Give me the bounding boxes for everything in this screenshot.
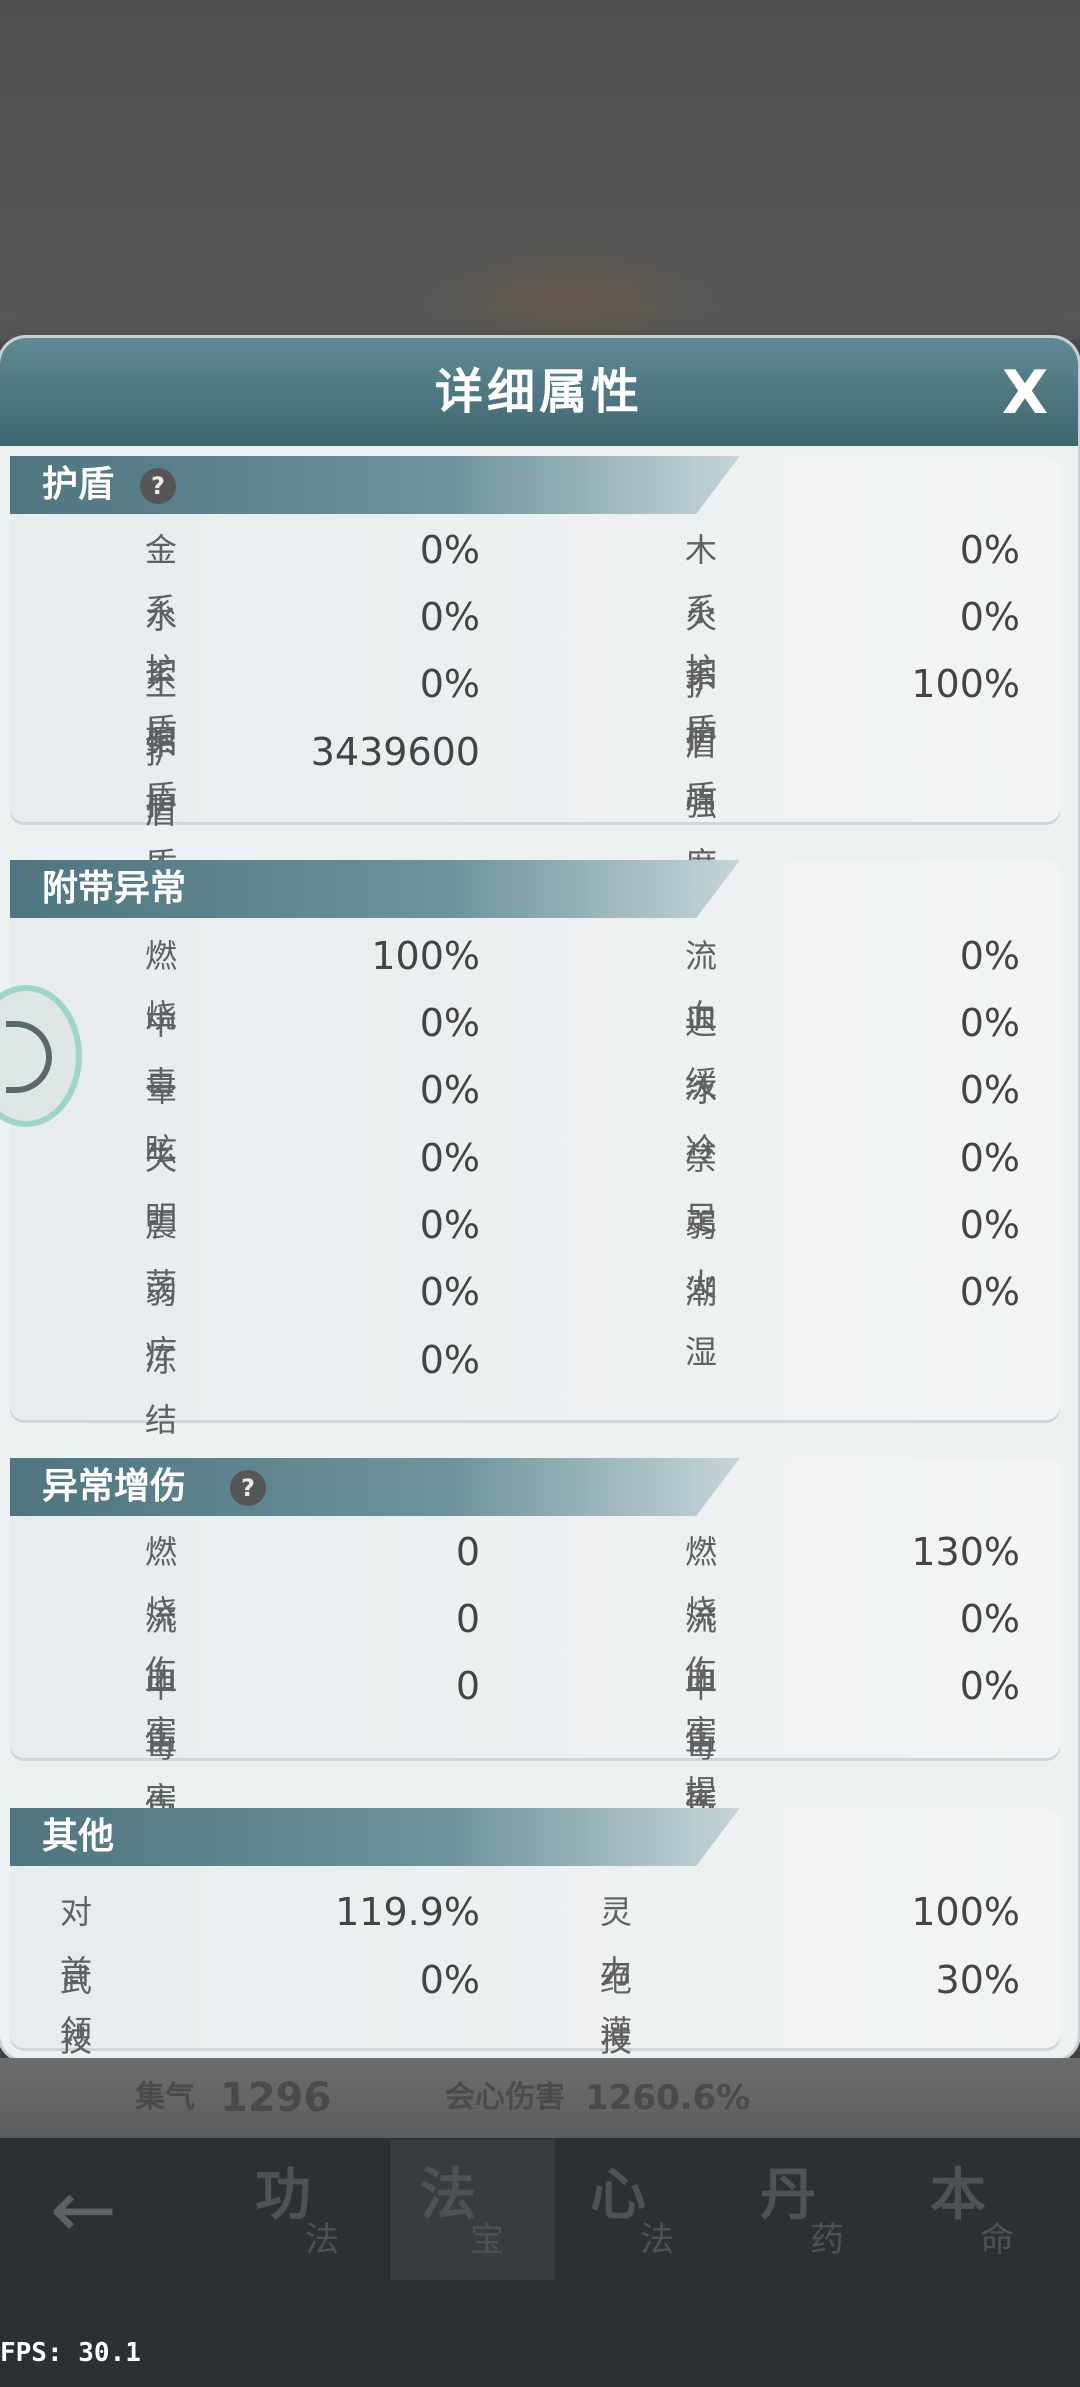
attr-value: 0% — [959, 1597, 1020, 1641]
tab-xinfa[interactable]: 心 法 — [560, 2140, 725, 2280]
underlay-label: 集气 — [135, 2080, 195, 2115]
tab-danyao[interactable]: 丹 药 — [730, 2140, 895, 2280]
attr-value: 100% — [911, 1890, 1020, 1934]
attr-label: 护盾强度 — [685, 665, 718, 883]
attr-value: 100% — [911, 662, 1020, 706]
attr-value: 0% — [419, 1001, 480, 1045]
attr-value: 0% — [959, 1270, 1020, 1314]
close-button[interactable]: X — [990, 358, 1060, 428]
attr-value: 0% — [419, 595, 480, 639]
attr-value: 0% — [959, 595, 1020, 639]
attr-value: 0% — [419, 1338, 480, 1382]
tab-small-label: 宝 — [470, 2220, 504, 2260]
attr-value: 0% — [419, 528, 480, 572]
attr-value: 0% — [959, 1001, 1020, 1045]
attr-value: 0% — [419, 1270, 480, 1314]
back-arrow-icon[interactable]: ← — [50, 2170, 140, 2250]
tab-small-label: 法 — [305, 2220, 339, 2260]
attr-value: 0% — [959, 934, 1020, 978]
help-icon[interactable]: ? — [140, 468, 176, 504]
attr-value: 0% — [959, 1664, 1020, 1708]
tab-benming[interactable]: 本 命 — [900, 2140, 1065, 2280]
dialog-title: 详细属性 — [434, 364, 643, 420]
tab-gongfa[interactable]: 功 法 — [225, 2140, 390, 2280]
attr-value: 0% — [419, 1958, 480, 2002]
section-title: 其他 — [42, 1816, 115, 1857]
attr-value: 0% — [959, 1136, 1020, 1180]
attr-value: 119.9% — [335, 1890, 480, 1934]
section-header — [10, 1808, 740, 1866]
status-effects-section: 附带异常 燃烧 100% 流血 0% 中毒 0% 迟缓 0% 晕眩 0% 冰冷 … — [10, 860, 1060, 1439]
eye-icon — [6, 1021, 52, 1093]
shield-section: 护盾 ? 金系护盾 0% 木系护盾 0% 水系护盾 0% 火系护盾 0% 土系护… — [10, 456, 1060, 951]
tab-big-label: 法 — [420, 2163, 476, 2228]
attr-value: 0 — [455, 1530, 480, 1574]
attr-value: 0 — [455, 1664, 480, 1708]
tab-small-label: 法 — [640, 2220, 674, 2260]
attr-value: 0% — [419, 1136, 480, 1180]
underlay-value: 1296 — [220, 2075, 332, 2121]
attr-label: 绝技施法间隔缩短 — [600, 1961, 633, 2059]
section-title: 护盾 — [42, 464, 115, 505]
attr-label: 武技加速施展 — [60, 1961, 93, 2059]
attr-value: 0% — [959, 1203, 1020, 1247]
tab-big-label: 心 — [590, 2163, 646, 2228]
attr-value: 0% — [419, 1068, 480, 1112]
section-title: 异常增伤 — [42, 1466, 187, 1507]
attr-value: 0% — [959, 528, 1020, 572]
attr-value: 30% — [935, 1958, 1020, 2002]
attr-value: 3439600 — [310, 730, 480, 774]
tab-big-label: 丹 — [760, 2163, 816, 2228]
underlay-label: 会心伤害 — [445, 2080, 565, 2115]
tab-big-label: 本 — [930, 2163, 986, 2228]
attr-value: 130% — [911, 1530, 1020, 1574]
attr-value: 100% — [371, 934, 480, 978]
status-damage-section: 异常增伤 ? 燃烧伤害 0 燃烧伤害提高 130% 流血伤害 0 流血伤害提高 … — [10, 1458, 1060, 2005]
attr-value: 0 — [455, 1597, 480, 1641]
attr-value: 0% — [419, 1203, 480, 1247]
tab-small-label: 命 — [980, 2220, 1014, 2260]
section-title: 附带异常 — [42, 868, 187, 909]
fps-counter: FPS: 30.1 — [0, 2338, 141, 2368]
other-section: 其他 对首领伤害提高 119.9% 灵力灌注效果 100% 武技加速施展 0% … — [10, 1808, 1060, 2059]
attr-label: 冻结 — [145, 1341, 178, 1439]
attr-value: 0% — [419, 662, 480, 706]
help-icon[interactable]: ? — [230, 1470, 266, 1506]
tab-fabao[interactable]: 法 宝 — [390, 2140, 555, 2280]
tab-big-label: 功 — [255, 2163, 311, 2228]
detail-attributes-dialog: 详细属性 X 护盾 ? 金系护盾 0% 木系护盾 0% 水系护盾 0% 火系护盾… — [0, 338, 1078, 2060]
underlay-value: 1260.6% — [585, 2078, 751, 2118]
section-header — [10, 456, 740, 514]
attr-label: 潮湿 — [685, 1273, 718, 1371]
tab-small-label: 药 — [810, 2220, 844, 2260]
attr-value: 0% — [959, 1068, 1020, 1112]
